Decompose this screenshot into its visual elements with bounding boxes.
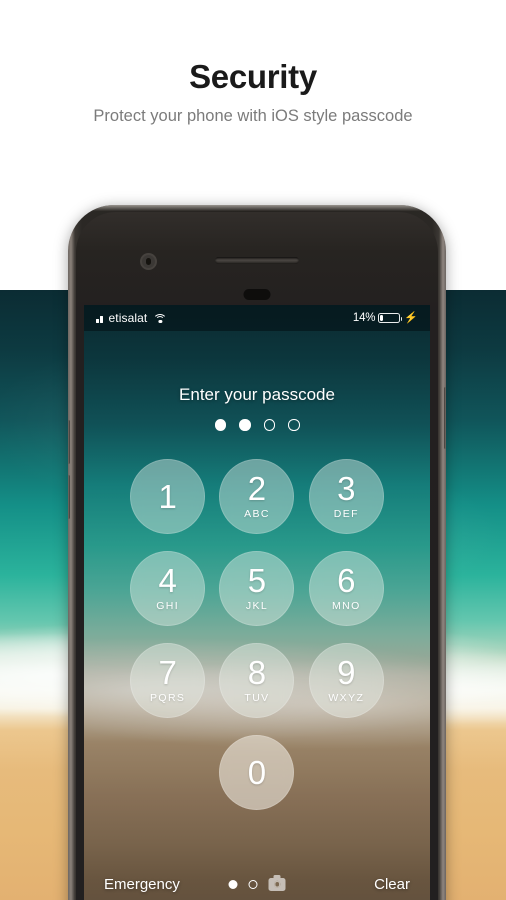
battery-icon bbox=[378, 312, 403, 324]
key-digit: 9 bbox=[337, 654, 356, 691]
status-bar: etisalat 14% ⚡ bbox=[84, 305, 430, 331]
key-letters: PQRS bbox=[149, 692, 186, 704]
wifi-icon bbox=[153, 313, 168, 324]
app-root: Security Protect your phone with iOS sty… bbox=[0, 0, 506, 900]
key-digit: 5 bbox=[247, 562, 267, 599]
key-letters: ABC bbox=[244, 508, 270, 520]
status-bar-right: 14% ⚡ bbox=[353, 312, 418, 324]
signal-bars-icon bbox=[96, 314, 103, 323]
front-camera-icon bbox=[140, 253, 157, 270]
keypad-key-0[interactable]: 0 bbox=[219, 734, 295, 810]
earpiece-speaker-icon bbox=[215, 257, 299, 264]
key-letters: GHI bbox=[156, 600, 180, 612]
key-digit: 3 bbox=[337, 470, 356, 507]
key-letters: DEF bbox=[333, 508, 359, 520]
charging-bolt-icon: ⚡ bbox=[404, 311, 418, 324]
key-digit: 0 bbox=[247, 753, 267, 791]
power-button[interactable] bbox=[444, 387, 446, 449]
keypad-key-4[interactable]: 4 GHI bbox=[130, 550, 206, 626]
key-letters: WXYZ bbox=[328, 692, 365, 704]
clear-button[interactable]: Clear bbox=[374, 876, 410, 893]
battery-fill bbox=[380, 314, 383, 322]
keypad-key-8[interactable]: 8 TUV bbox=[219, 642, 295, 718]
battery-percent-label: 14% bbox=[352, 312, 376, 324]
passcode-prompt: Enter your passcode bbox=[179, 385, 335, 404]
page-subtitle: Protect your phone with iOS style passco… bbox=[93, 106, 413, 125]
key-digit: 7 bbox=[158, 654, 177, 691]
volume-down-button[interactable] bbox=[68, 475, 70, 519]
passcode-dot bbox=[288, 419, 300, 431]
keypad-key-1[interactable]: 1 bbox=[130, 458, 206, 534]
key-digit: 6 bbox=[337, 562, 356, 599]
passcode-dot bbox=[263, 419, 275, 431]
passcode-keypad: 1 2 ABC 3 DEF 4 GHI 5 JKL 6 MNO 7 PQRS 8… bbox=[123, 458, 391, 810]
page-dot[interactable] bbox=[248, 879, 258, 889]
passcode-dot bbox=[239, 419, 251, 431]
status-bar-left: etisalat bbox=[96, 311, 168, 325]
phone-device: etisalat 14% ⚡ Enter your passcode 1 2 A… bbox=[68, 205, 446, 900]
keypad-key-9[interactable]: 9 WXYZ bbox=[308, 642, 384, 718]
volume-up-button[interactable] bbox=[68, 420, 70, 464]
key-letters: MNO bbox=[331, 600, 361, 612]
page-title: Security bbox=[189, 58, 317, 95]
keypad-key-6[interactable]: 6 MNO bbox=[308, 550, 384, 626]
keypad-key-5[interactable]: 5 JKL bbox=[219, 550, 295, 626]
passcode-dot bbox=[214, 419, 226, 431]
carrier-label: etisalat bbox=[108, 311, 148, 325]
phone-top-edge bbox=[68, 205, 446, 211]
phone-screen: etisalat 14% ⚡ Enter your passcode 1 2 A… bbox=[84, 305, 430, 900]
key-letters: JKL bbox=[245, 600, 269, 612]
keypad-key-7[interactable]: 7 PQRS bbox=[130, 642, 206, 718]
proximity-sensor-icon bbox=[243, 289, 271, 300]
emergency-button[interactable]: Emergency bbox=[104, 876, 180, 893]
key-digit: 4 bbox=[158, 562, 177, 599]
keypad-spacer-right bbox=[309, 735, 384, 810]
key-letters: TUV bbox=[244, 692, 270, 704]
camera-icon[interactable] bbox=[268, 874, 286, 891]
key-digit: 1 bbox=[158, 477, 177, 515]
page-indicator bbox=[228, 874, 286, 891]
keypad-spacer-left bbox=[130, 735, 205, 810]
lock-screen-content: Enter your passcode 1 2 ABC 3 DEF 4 GHI … bbox=[84, 305, 430, 900]
lock-bottom-bar: Emergency Clear bbox=[84, 853, 430, 900]
key-digit: 2 bbox=[247, 470, 267, 507]
key-digit: 8 bbox=[247, 654, 267, 691]
keypad-key-2[interactable]: 2 ABC bbox=[219, 458, 295, 534]
passcode-dots bbox=[214, 419, 300, 431]
keypad-key-3[interactable]: 3 DEF bbox=[308, 458, 384, 534]
page-dot[interactable] bbox=[228, 879, 238, 889]
